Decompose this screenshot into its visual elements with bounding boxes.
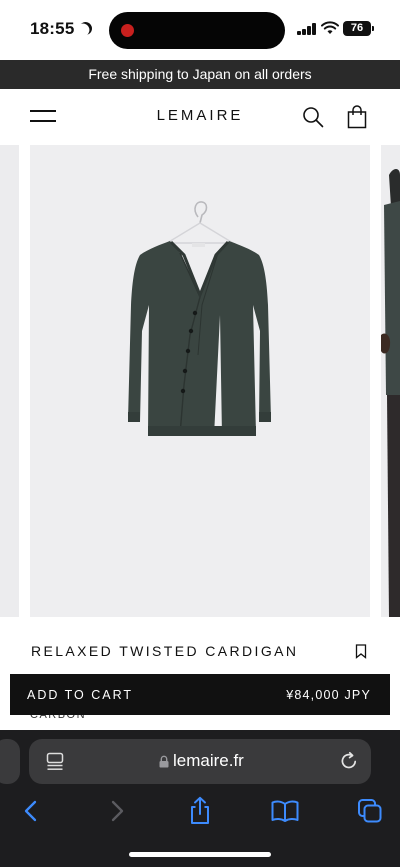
url-text[interactable]: lemaire.fr (173, 751, 244, 771)
battery-icon: 76 (343, 21, 371, 36)
focus-moon-icon (77, 20, 95, 38)
site-header: LEMAIRE (0, 89, 400, 145)
cardigan-illustration (128, 201, 271, 436)
bookmarks-icon[interactable] (270, 796, 300, 826)
forward-icon[interactable] (102, 796, 132, 826)
bookmark-icon[interactable] (355, 644, 367, 659)
status-time: 18:55 (30, 19, 75, 38)
product-price: ¥84,000 JPY (286, 688, 371, 702)
reader-icon[interactable] (46, 752, 64, 771)
battery-nub (372, 26, 374, 31)
tabs-icon[interactable] (355, 796, 385, 826)
product-image[interactable] (30, 145, 370, 617)
cellular-signal-icon (297, 23, 317, 35)
wifi-icon (321, 21, 339, 34)
recording-indicator-icon (121, 24, 134, 37)
product-gallery[interactable] (0, 145, 400, 617)
brand-logo[interactable]: LEMAIRE (130, 107, 270, 124)
next-slide-peek[interactable] (381, 145, 400, 617)
add-to-cart-label: ADD TO CART (27, 688, 134, 702)
model-photo-peek (381, 169, 400, 617)
back-icon[interactable] (16, 796, 46, 826)
promo-banner[interactable]: Free shipping to Japan on all orders (0, 60, 400, 89)
add-to-cart-button[interactable]: ADD TO CART ¥84,000 JPY (10, 674, 390, 715)
search-icon[interactable] (302, 106, 324, 128)
lock-icon (159, 755, 169, 768)
previous-slide-peek[interactable] (0, 145, 19, 617)
menu-icon[interactable] (30, 109, 56, 123)
address-bar[interactable]: lemaire.fr (29, 739, 371, 784)
dynamic-island (109, 12, 285, 49)
previous-tab-peek[interactable] (0, 739, 20, 784)
reload-icon[interactable] (339, 751, 359, 771)
shopping-bag-icon[interactable] (346, 105, 368, 129)
browser-toolbar: lemaire.fr (0, 730, 400, 867)
share-icon[interactable] (185, 796, 215, 826)
product-title: RELAXED TWISTED CARDIGAN (31, 643, 299, 659)
home-indicator (129, 852, 271, 857)
status-bar: 18:55 76 (0, 0, 400, 60)
